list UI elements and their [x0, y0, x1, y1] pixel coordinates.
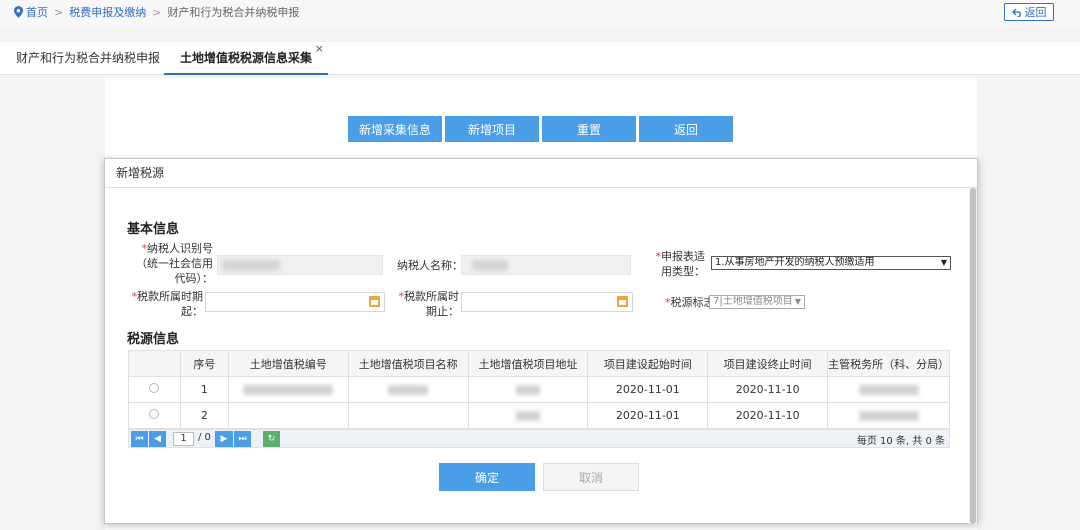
back-button[interactable]: 返回: [639, 116, 733, 142]
add-project-button[interactable]: 新增项目: [445, 116, 539, 142]
row-end-date: 2020-11-10: [707, 402, 829, 429]
taxpayer-id-label: *纳税人识别号（统一社会信用代码）：: [136, 242, 213, 285]
top-bar: 首页 > 税费申报及缴纳 > 财产和行为税合并纳税申报 返回: [0, 0, 1080, 28]
row-select-cell: [128, 376, 181, 403]
add-collect-button[interactable]: 新增采集信息: [348, 116, 442, 142]
row-tax-office: [827, 376, 950, 403]
row-code: [227, 376, 349, 403]
breadcrumb-separator: >: [54, 5, 64, 19]
table-header-row: 序号 土地增值税编号 土地增值税项目名称 土地增值税项目地址 项目建设起始时间 …: [128, 350, 950, 377]
dropdown-arrow-icon: ▼: [794, 297, 801, 306]
tab-close-icon[interactable]: ×: [315, 32, 324, 65]
redacted-value: [222, 260, 280, 271]
tax-source-table: 序号 土地增值税编号 土地增值税项目名称 土地增值税项目地址 项目建设起始时间 …: [128, 350, 950, 429]
table-row[interactable]: 2 2020-11-01 2020-11-10: [128, 402, 950, 429]
page-number-input[interactable]: 1: [173, 432, 194, 446]
period-start-input[interactable]: [205, 292, 385, 312]
reset-button[interactable]: 重置: [542, 116, 636, 142]
calendar-icon[interactable]: [369, 296, 380, 307]
pagination-info: 每页 10 条, 共 0 条: [856, 436, 945, 447]
breadcrumb-level1[interactable]: 税费申报及缴纳: [69, 4, 146, 20]
col-header-start-date: 项目建设起始时间: [587, 350, 709, 377]
add-tax-source-dialog: 新增税源 基本信息 *纳税人识别号（统一社会信用代码）： 纳税人名称： *申报表…: [104, 158, 978, 524]
row-start-date: 2020-11-01: [587, 402, 709, 429]
period-end-label: *税款所属时期止：: [398, 290, 460, 318]
row-end-date: 2020-11-10: [707, 376, 829, 403]
breadcrumb-separator: >: [152, 5, 162, 19]
redacted-value: [516, 385, 541, 395]
tab-bar: 财产和行为税合并纳税申报 土地增值税税源信息采集 ×: [0, 42, 1080, 75]
redacted-value: [472, 260, 508, 271]
refresh-icon[interactable]: ↻: [263, 431, 280, 447]
last-page-icon[interactable]: ⏭: [234, 431, 251, 447]
col-header-end-date: 项目建设终止时间: [707, 350, 829, 377]
toolbar: 新增采集信息 新增项目 重置 返回: [348, 116, 733, 142]
row-project-name: [347, 402, 469, 429]
source-info-heading: 税源信息: [127, 332, 180, 347]
calendar-icon[interactable]: [617, 296, 628, 307]
col-header-no: 序号: [179, 350, 229, 377]
tab-property-behavior-tax[interactable]: 财产和行为税合并纳税申报: [16, 42, 160, 75]
row-code: [227, 402, 349, 429]
col-header-project-address: 土地增值税项目地址: [467, 350, 589, 377]
report-type-label: *申报表适用类型：: [655, 250, 706, 278]
redacted-value: [858, 385, 919, 395]
breadcrumb-home[interactable]: 首页: [26, 4, 48, 20]
redacted-value: [858, 411, 919, 421]
taxpayer-name-label: 纳税人名称：: [397, 259, 463, 272]
row-project-name: [347, 376, 469, 403]
breadcrumb: 首页 > 税费申报及缴纳 > 财产和行为税合并纳税申报: [14, 4, 299, 20]
basic-info-heading: 基本信息: [127, 222, 180, 237]
row-select-cell: [128, 402, 181, 429]
confirm-button[interactable]: 确定: [439, 463, 535, 491]
table-row[interactable]: 1 2020-11-01 2020-11-10: [128, 376, 950, 403]
report-type-select[interactable]: 1.从事房地产开发的纳税人预缴适用 ▼: [711, 256, 951, 270]
taxpayer-id-field: [217, 255, 383, 275]
col-header-project-name: 土地增值税项目名称: [347, 350, 469, 377]
row-start-date: 2020-11-01: [587, 376, 709, 403]
tax-source-flag-select[interactable]: 7|土地增值税项目 ▼: [709, 295, 805, 309]
cancel-button[interactable]: 取消: [543, 463, 639, 491]
tax-source-flag-value: 7|土地增值税项目: [713, 296, 793, 307]
col-header-tax-office: 主管税务所（科、分局）: [827, 350, 950, 377]
col-header-select: [128, 350, 181, 377]
page-total: / 0: [198, 432, 211, 443]
row-radio[interactable]: [149, 409, 160, 419]
row-tax-office: [827, 402, 950, 429]
report-type-value: 1.从事房地产开发的纳税人预缴适用: [715, 257, 875, 268]
redacted-value: [516, 411, 541, 421]
back-button-top[interactable]: 返回: [1004, 3, 1054, 21]
period-start-label: *税款所属时期起：: [131, 290, 204, 318]
next-page-icon[interactable]: ▶: [215, 431, 233, 447]
taxpayer-name-field: [461, 255, 631, 275]
row-project-address: [467, 402, 589, 429]
return-arrow-icon: [1011, 8, 1021, 17]
scrollbar-thumb[interactable]: [970, 188, 976, 524]
col-header-code: 土地增值税编号: [227, 350, 349, 377]
back-button-label: 返回: [1024, 6, 1047, 19]
redacted-value: [388, 385, 429, 395]
dropdown-arrow-icon: ▼: [940, 258, 947, 267]
dialog-title: 新增税源: [105, 159, 977, 188]
period-end-input[interactable]: [461, 292, 633, 312]
row-radio[interactable]: [149, 383, 160, 393]
tab-land-vat-source[interactable]: 土地增值税税源信息采集 ×: [164, 42, 329, 75]
row-no: 1: [179, 376, 229, 403]
prev-page-icon[interactable]: ◀: [149, 431, 166, 447]
row-no: 2: [179, 402, 229, 429]
location-pin-icon: [14, 6, 23, 18]
tax-source-flag-label: *税源标志: [665, 296, 715, 309]
scrollbar[interactable]: [969, 188, 977, 524]
redacted-value: [243, 385, 334, 395]
pagination-bar: ⏮ ◀ 1 / 0 ▶ ⏭ ↻ 每页 10 条, 共 0 条: [128, 429, 950, 448]
tab-label: 土地增值税税源信息采集: [180, 51, 313, 65]
breadcrumb-current: 财产和行为税合并纳税申报: [167, 6, 300, 19]
row-project-address: [467, 376, 589, 403]
first-page-icon[interactable]: ⏮: [131, 431, 148, 447]
